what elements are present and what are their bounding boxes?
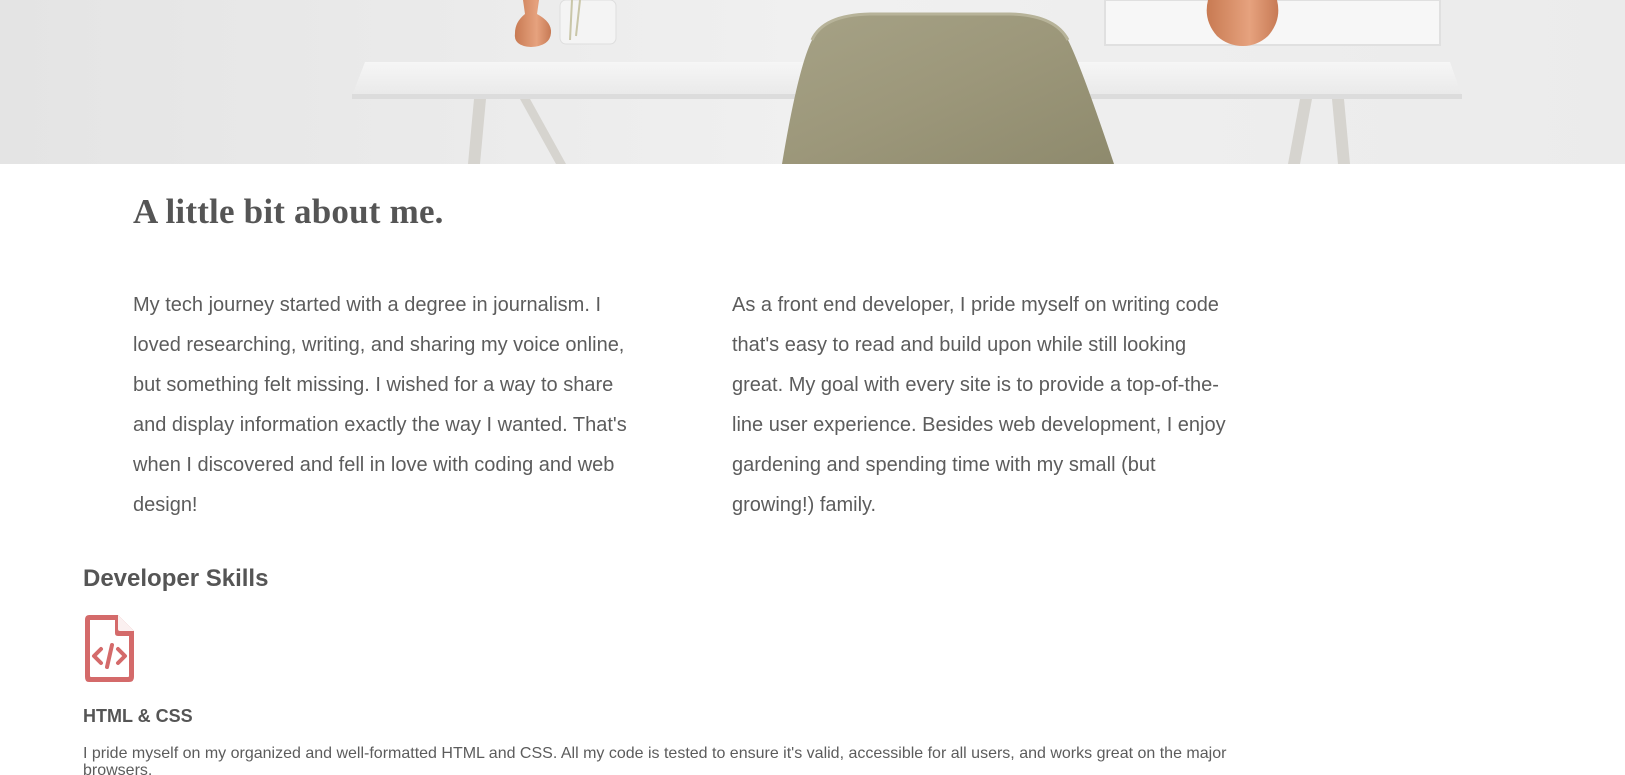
office-desk-illustration — [0, 0, 1625, 164]
hero-image — [0, 0, 1625, 164]
about-heading: A little bit about me. — [133, 192, 444, 231]
file-code-icon — [83, 613, 136, 684]
skill-title-html-css: HTML & CSS — [83, 706, 193, 726]
page: A little bit about me. My tech journey s… — [0, 0, 1625, 775]
skills-heading: Developer Skills — [83, 565, 269, 592]
about-paragraph-left: My tech journey started with a degree in… — [133, 294, 627, 516]
skill-description-html-css: I pride myself on my organized and well-… — [83, 745, 1227, 775]
about-paragraph-right: As a front end developer, I pride myself… — [732, 294, 1226, 516]
